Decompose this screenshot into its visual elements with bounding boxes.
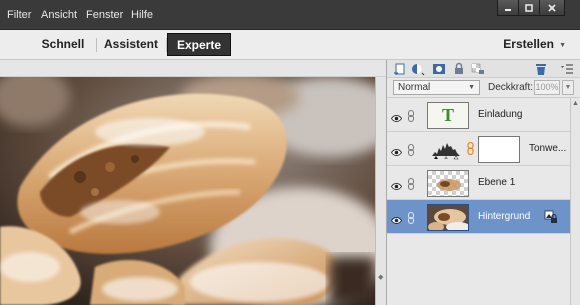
layer-mask-thumbnail[interactable]: [478, 136, 520, 163]
layer-row[interactable]: Tonwe...: [387, 132, 580, 166]
levels-histogram-icon: [431, 140, 461, 160]
link-icon[interactable]: [407, 143, 415, 156]
layer-mask-icon[interactable]: [432, 62, 446, 76]
mode-bar: Schnell Assistent Experte Erstellen ▼: [0, 30, 580, 60]
canvas-vertical-scrollbar[interactable]: ◆: [375, 77, 386, 305]
layers-toolbar: [387, 60, 580, 78]
menu-filter[interactable]: Filter: [7, 9, 31, 21]
blend-mode-value: Normal: [398, 82, 431, 93]
opacity-input[interactable]: 100%: [534, 80, 560, 95]
layer-row-selected[interactable]: Hintergrund: [387, 200, 580, 234]
scroll-up-arrow-icon[interactable]: ▲: [572, 100, 579, 107]
menu-fenster[interactable]: Fenster: [86, 9, 123, 21]
document-tab-strip: [0, 60, 386, 77]
link-icon[interactable]: [407, 211, 415, 224]
delete-layer-icon[interactable]: [534, 62, 548, 76]
blend-mode-select[interactable]: Normal ▼: [393, 80, 480, 95]
layer-row[interactable]: T Einladung: [387, 98, 580, 132]
canvas-area: ◆: [0, 60, 386, 305]
opacity-label: Deckkraft:: [488, 82, 534, 93]
visibility-eye-icon[interactable]: [390, 178, 403, 190]
minimize-icon[interactable]: [497, 0, 519, 16]
visibility-eye-icon[interactable]: [390, 212, 403, 224]
transparent-layer-preview: [437, 179, 461, 191]
close-icon[interactable]: [539, 0, 565, 16]
layer-row[interactable]: Ebene 1: [387, 166, 580, 200]
new-layer-icon[interactable]: [393, 62, 407, 76]
mode-assistent[interactable]: Assistent: [101, 33, 161, 56]
layer-thumbnail: [427, 170, 469, 197]
menu-hilfe[interactable]: Hilfe: [131, 9, 153, 21]
link-icon[interactable]: [407, 109, 415, 122]
panel-menu-icon[interactable]: [560, 62, 574, 76]
layer-name: Tonwe...: [529, 143, 567, 154]
layers-panel: Normal ▼ Deckkraft: 100% ▼ T Einladung T…: [386, 60, 580, 305]
layer-name: Einladung: [478, 109, 523, 120]
opacity-dropdown-arrow-icon[interactable]: ▼: [562, 80, 574, 95]
create-button[interactable]: Erstellen: [503, 33, 554, 56]
lock-all-icon[interactable]: [452, 62, 466, 76]
link-icon[interactable]: [407, 177, 415, 190]
mode-separator: [96, 38, 97, 52]
scroll-marker-icon[interactable]: ◆: [378, 273, 383, 281]
visibility-eye-icon[interactable]: [390, 144, 403, 156]
layer-name: Hintergrund: [478, 211, 531, 222]
lock-transparency-icon[interactable]: [471, 62, 485, 76]
chevron-down-icon: ▼: [468, 84, 475, 91]
layer-thumbnail: [427, 204, 469, 231]
chevron-down-icon[interactable]: ▼: [559, 42, 566, 49]
blend-opacity-row: Normal ▼ Deckkraft: 100% ▼: [387, 78, 580, 98]
layer-thumbnail: T: [427, 102, 469, 129]
menu-bar: Filter Ansicht Fenster Hilfe: [0, 0, 580, 30]
canvas-image[interactable]: [0, 77, 375, 305]
layer-name: Ebene 1: [478, 177, 516, 188]
adjustment-layer-icon[interactable]: [411, 62, 425, 76]
background-lock-icon[interactable]: [544, 210, 558, 224]
pastry-photo: [0, 77, 375, 305]
mask-link-icon[interactable]: [467, 141, 474, 156]
background-layer-preview: [428, 205, 468, 230]
menu-ansicht[interactable]: Ansicht: [41, 9, 77, 21]
restore-icon[interactable]: [518, 0, 540, 16]
visibility-eye-icon[interactable]: [390, 110, 403, 122]
mode-experte[interactable]: Experte: [167, 33, 231, 56]
mode-schnell[interactable]: Schnell: [38, 33, 88, 56]
text-layer-t-icon: T: [441, 105, 454, 125]
layers-scrollbar[interactable]: ▲: [570, 98, 580, 305]
